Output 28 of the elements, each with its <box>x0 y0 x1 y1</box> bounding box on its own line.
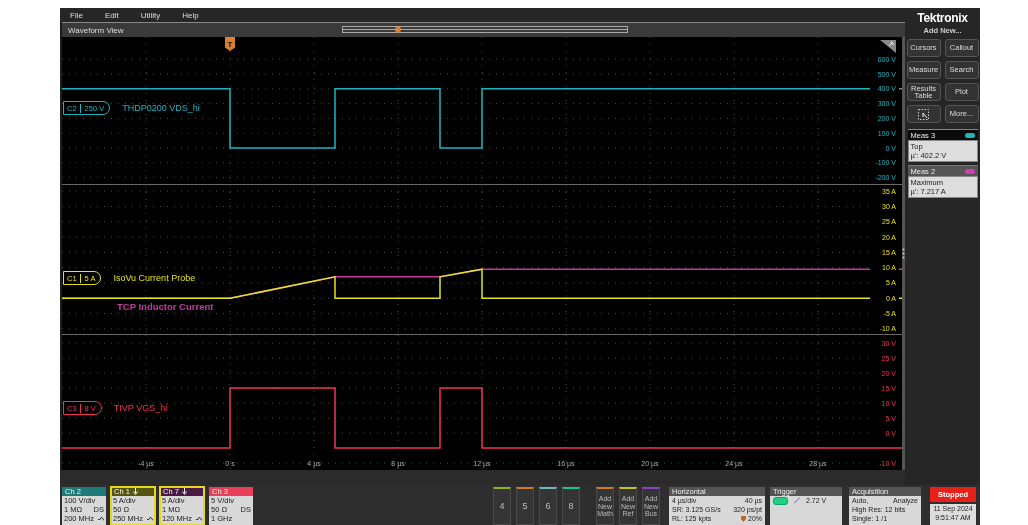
bandwidth-icon <box>147 516 153 521</box>
trace-label: THDP0200 VDS_hi <box>122 103 200 113</box>
trigger-source-pill <box>773 496 788 505</box>
trace-label: TCP Inductor Current <box>117 301 214 312</box>
tool-button[interactable] <box>906 105 941 123</box>
wrench-icon[interactable] <box>880 40 896 53</box>
channel-button[interactable]: 6 <box>539 487 557 525</box>
channel-button[interactable]: 4 <box>493 487 511 525</box>
brand-logo: Tektronix <box>917 11 968 25</box>
zoom-overview-drawing[interactable] <box>342 25 628 34</box>
probe-icon <box>132 488 138 495</box>
bandwidth-icon <box>196 516 202 521</box>
menu-item[interactable]: Help <box>182 10 199 20</box>
trace-label: TIVP VGS_hi <box>113 403 168 413</box>
region-select-icon <box>918 108 929 120</box>
bandwidth-icon <box>98 516 104 521</box>
menu-item[interactable]: Edit <box>104 10 119 20</box>
menu-item[interactable]: File <box>70 10 83 20</box>
channel-button[interactable]: 8 <box>562 487 580 525</box>
rising-edge-icon <box>794 497 800 504</box>
channel-button[interactable]: 5 <box>516 487 534 525</box>
position-icon <box>741 515 746 522</box>
trace-label: IsoVu Current Probe <box>113 273 196 283</box>
menu-item[interactable]: Utility <box>140 10 161 20</box>
drag-handle-icon[interactable] <box>902 248 905 259</box>
trigger-marker[interactable]: T <box>225 37 235 51</box>
probe-icon <box>181 488 187 495</box>
view-title: Waveform View <box>67 25 124 35</box>
